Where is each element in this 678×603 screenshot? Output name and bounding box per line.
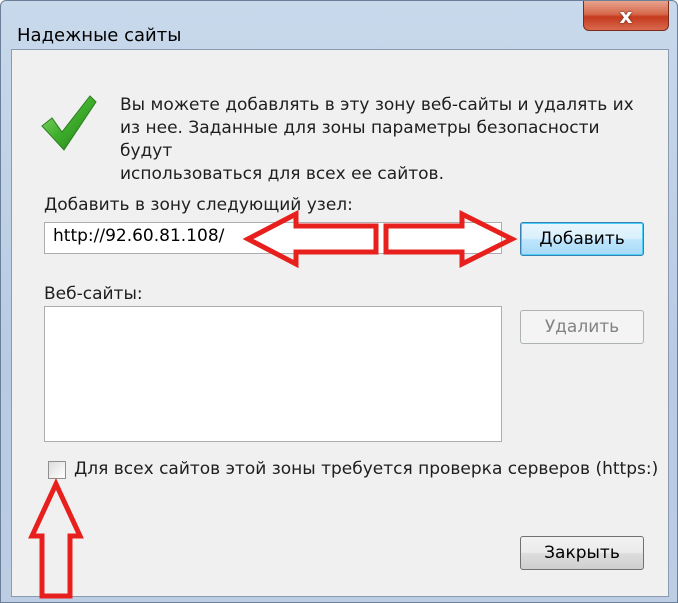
- window-title: Надежные сайты: [17, 25, 182, 46]
- title-bar: Надежные сайты x: [1, 1, 677, 46]
- remove-button[interactable]: Удалить: [520, 310, 644, 344]
- websites-label: Веб-сайты:: [44, 284, 143, 304]
- green-checkmark-icon: [41, 95, 97, 151]
- close-window-button[interactable]: x: [583, 1, 669, 31]
- close-icon: x: [619, 3, 633, 28]
- require-https-checkbox[interactable]: [48, 461, 66, 479]
- websites-list[interactable]: [44, 306, 502, 442]
- close-button[interactable]: Закрыть: [520, 536, 644, 570]
- site-url-input[interactable]: http://92.60.81.108/: [44, 222, 502, 254]
- add-site-label: Добавить в зону следующий узел:: [44, 195, 353, 215]
- require-https-label[interactable]: Для всех сайтов этой зоны требуется пров…: [74, 459, 658, 479]
- add-button[interactable]: Добавить: [520, 222, 644, 256]
- info-text: Вы можете добавлять в эту зону веб-сайты…: [120, 95, 634, 184]
